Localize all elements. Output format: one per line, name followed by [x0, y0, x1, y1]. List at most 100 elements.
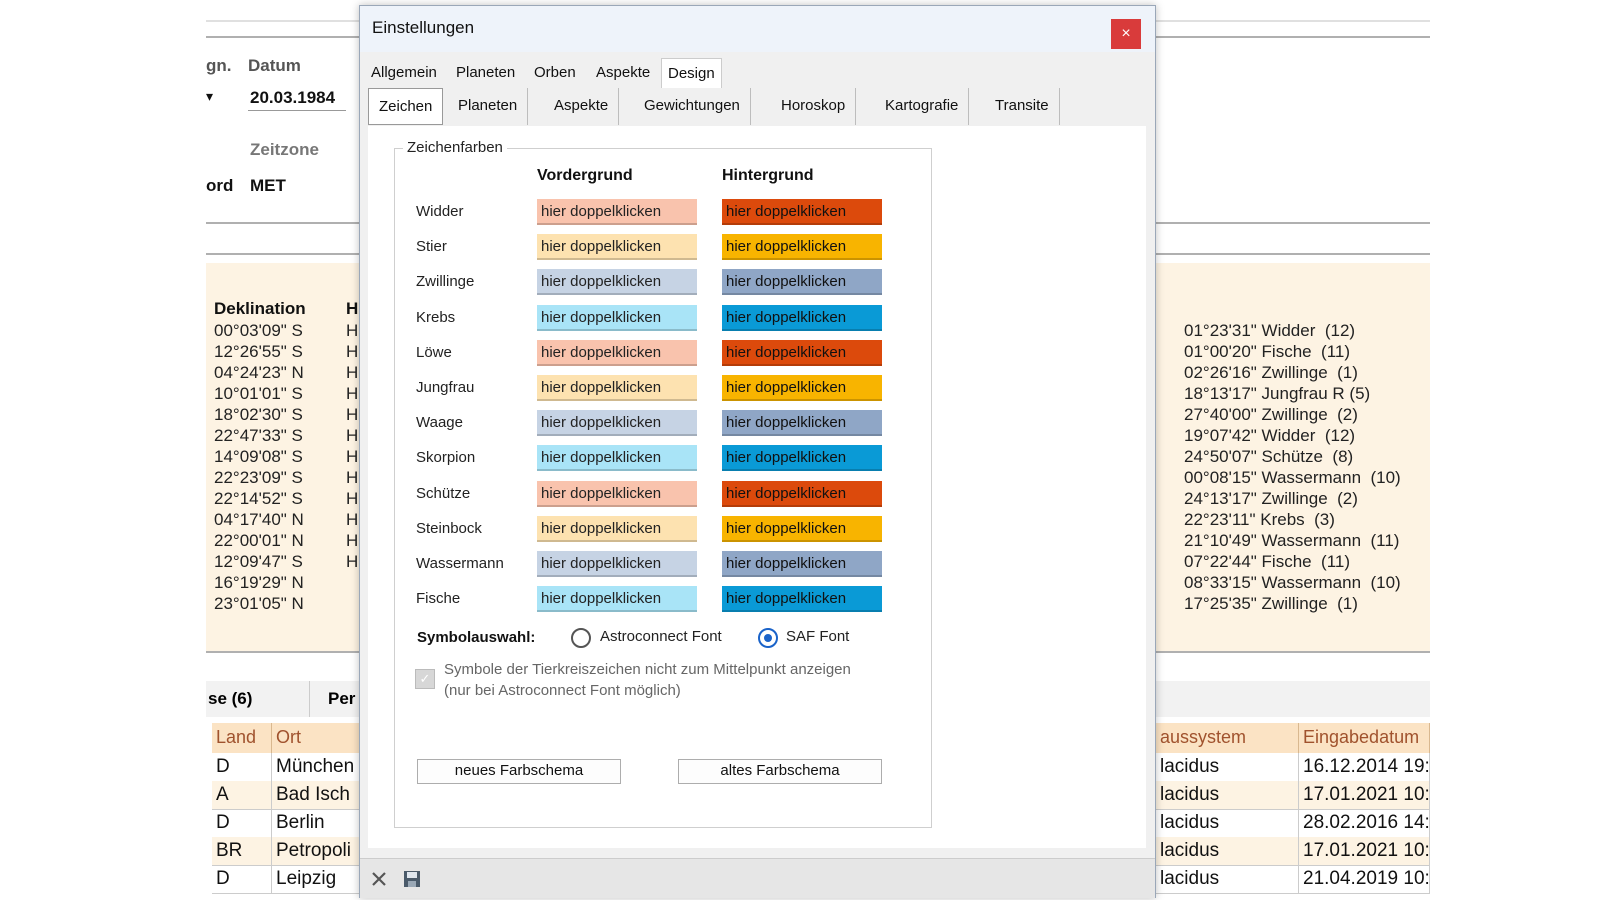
- foreground-color-swatch[interactable]: hier doppelklicken: [537, 410, 697, 437]
- planet-position: 01°23'31" Widder (12): [1184, 321, 1356, 340]
- table-cell-land: D: [212, 865, 272, 894]
- table-header-haussystem[interactable]: aussystem: [1156, 723, 1299, 753]
- background-color-swatch[interactable]: hier doppelklicken: [722, 515, 882, 542]
- deklination-value: 22°47'33" S: [214, 426, 303, 445]
- background-color-swatch[interactable]: hier doppelklicken: [722, 199, 882, 225]
- sign-label: Steinbock: [416, 519, 482, 537]
- background-color-swatch[interactable]: hier doppelklicken: [722, 269, 882, 296]
- planet-position: 07°22'44" Fische (11): [1184, 552, 1351, 571]
- tab-planeten[interactable]: Planeten: [450, 58, 521, 88]
- h-value: H: [346, 321, 359, 340]
- foreground-color-swatch[interactable]: hier doppelklicken: [537, 551, 697, 577]
- subtab-kartografie[interactable]: Kartografie: [875, 88, 970, 125]
- checkbox-symbols-center[interactable]: ✓: [415, 669, 435, 689]
- planet-position: 19°07'42" Widder (12): [1184, 426, 1356, 445]
- sign-label: Jungfrau: [416, 379, 475, 396]
- table-cell-haus: lacidus: [1156, 753, 1299, 782]
- planet-position: 24°50'07" Schütze (8): [1184, 447, 1354, 466]
- foreground-color-swatch[interactable]: hier doppelklicken: [537, 304, 697, 331]
- ord-label: ord: [206, 176, 234, 195]
- datum-field[interactable]: 20.03.1984: [248, 86, 346, 111]
- h-value: H: [346, 531, 359, 550]
- table-header-eingabedatum[interactable]: Eingabedatum: [1299, 723, 1430, 753]
- foreground-color-swatch[interactable]: hier doppelklicken: [537, 234, 697, 261]
- foreground-color-swatch[interactable]: hier doppelklicken: [537, 480, 697, 507]
- save-icon[interactable]: [402, 869, 422, 889]
- tab-design[interactable]: Design: [661, 58, 722, 88]
- sign-label: Widder: [416, 203, 464, 220]
- table-cell-eingabe: 17.01.2021 10:4: [1299, 837, 1430, 866]
- background-color-swatch[interactable]: hier doppelklicken: [722, 480, 882, 507]
- radio-astroconnect-font[interactable]: [571, 628, 591, 648]
- dropdown-arrow-icon[interactable]: ▾: [206, 88, 213, 105]
- sub-tab-row: Zeichen Planeten Aspekte Gewichtungen Ho…: [368, 88, 1148, 126]
- checkbox-label-line2: (nur bei Astroconnect Font möglich): [444, 682, 681, 699]
- foreground-color-swatch[interactable]: hier doppelklicken: [537, 199, 697, 225]
- table-cell-eingabe: 16.12.2014 19:(: [1299, 753, 1430, 782]
- subtab-planeten[interactable]: Planeten: [448, 88, 529, 125]
- table-cell-land: D: [212, 809, 272, 838]
- deklination-value: 00°03'09" S: [214, 321, 303, 340]
- sign-label: Krebs: [416, 308, 456, 326]
- deklination-value: 12°26'55" S: [214, 342, 303, 361]
- table-cell-ort: Bad Isch: [272, 781, 362, 810]
- group-title: Zeichenfarben: [403, 139, 507, 156]
- deklination-list: 00°03'09" S 12°26'55" S 04°24'23" N 10°01'0…: [214, 320, 304, 614]
- radio-saf-font[interactable]: [758, 628, 778, 648]
- datum-label: Datum: [248, 56, 301, 75]
- tab-aspekte[interactable]: Aspekte: [590, 58, 656, 88]
- table-cell-ort: Petropoli: [272, 837, 362, 866]
- sign-label: Stier: [416, 238, 447, 256]
- deklination-value: 16°19'29" N: [214, 573, 304, 592]
- tab-allgemein[interactable]: Allgemein: [365, 58, 443, 88]
- cancel-icon[interactable]: [370, 870, 388, 888]
- foreground-color-swatch[interactable]: hier doppelklicken: [537, 375, 697, 401]
- table-cell-haus: lacidus: [1156, 809, 1299, 838]
- table-header-land[interactable]: Land: [212, 723, 272, 753]
- tab-per[interactable]: Per: [326, 681, 357, 717]
- radio-saf-label[interactable]: SAF Font: [786, 628, 849, 645]
- subtab-transite[interactable]: Transite: [985, 88, 1060, 125]
- dialog-titlebar[interactable]: Einstellungen ×: [360, 6, 1155, 52]
- foreground-color-swatch[interactable]: hier doppelklicken: [537, 586, 697, 613]
- background-color-swatch[interactable]: hier doppelklicken: [722, 234, 882, 261]
- planet-position: 21°10'49" Wassermann (11): [1184, 531, 1400, 550]
- deklination-value: 04°24'23" N: [214, 363, 304, 382]
- background-color-swatch[interactable]: hier doppelklicken: [722, 339, 882, 366]
- background-color-swatch[interactable]: hier doppelklicken: [722, 304, 882, 331]
- sign-label: Zwillinge: [416, 273, 475, 291]
- checkbox-label-line1: Symbole der Tierkreiszeichen nicht zum M…: [444, 661, 851, 678]
- new-color-scheme-button[interactable]: neues Farbschema: [417, 759, 621, 784]
- foreground-color-swatch[interactable]: hier doppelklicken: [537, 515, 697, 542]
- background-color-swatch[interactable]: hier doppelklicken: [722, 551, 882, 577]
- foreground-color-swatch[interactable]: hier doppelklicken: [537, 339, 697, 366]
- background-color-swatch[interactable]: hier doppelklicken: [722, 586, 882, 613]
- close-button[interactable]: ×: [1111, 19, 1141, 49]
- deklination-value: 22°00'01" N: [214, 531, 304, 550]
- tab-se[interactable]: se (6): [206, 681, 310, 717]
- radio-astroconnect-label[interactable]: Astroconnect Font: [600, 628, 722, 645]
- deklination-value: 23°01'05" N: [214, 594, 304, 613]
- background-color-swatch[interactable]: hier doppelklicken: [722, 375, 882, 401]
- ign-label: gn.: [206, 56, 232, 75]
- table-cell-eingabe: 21.04.2019 10:1: [1299, 865, 1430, 894]
- table-cell-land: BR: [212, 837, 272, 866]
- subtab-horoskop[interactable]: Horoskop: [771, 88, 857, 125]
- foreground-color-swatch[interactable]: hier doppelklicken: [537, 269, 697, 296]
- planet-position: 00°08'15" Wassermann (10): [1184, 468, 1401, 487]
- deklination-header: Deklination: [214, 299, 306, 318]
- subtab-gewichtungen[interactable]: Gewichtungen: [634, 88, 751, 125]
- h-value: H: [346, 510, 359, 529]
- deklination-value: 12°09'47" S: [214, 552, 303, 571]
- dialog-title: Einstellungen: [372, 18, 475, 37]
- background-color-swatch[interactable]: hier doppelklicken: [722, 445, 882, 472]
- tab-orben[interactable]: Orben: [528, 58, 582, 88]
- background-color-swatch[interactable]: hier doppelklicken: [722, 410, 882, 437]
- planet-position: 22°23'11" Krebs (3): [1184, 510, 1335, 529]
- table-header-ort[interactable]: Ort: [272, 723, 362, 753]
- subtab-aspekte[interactable]: Aspekte: [544, 88, 620, 125]
- table-cell-land: D: [212, 753, 272, 782]
- subtab-zeichen[interactable]: Zeichen: [368, 88, 444, 125]
- foreground-color-swatch[interactable]: hier doppelklicken: [537, 445, 697, 472]
- old-color-scheme-button[interactable]: altes Farbschema: [678, 759, 882, 784]
